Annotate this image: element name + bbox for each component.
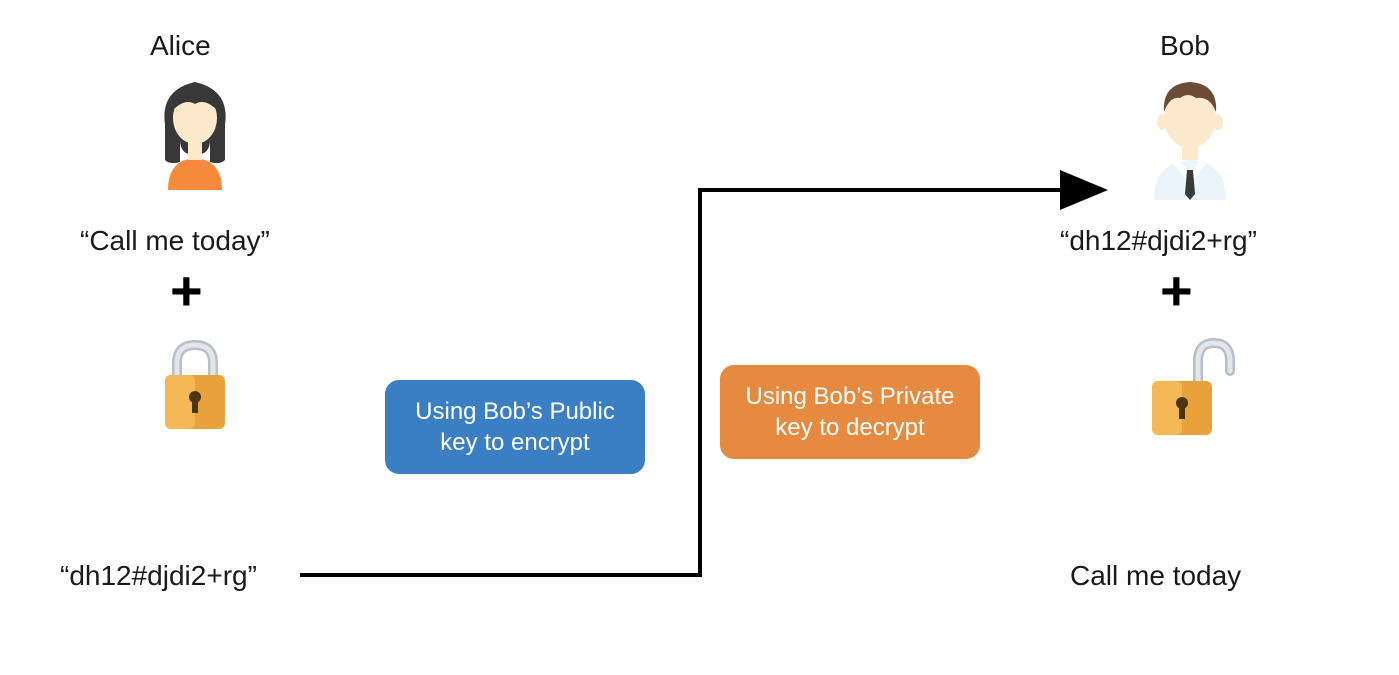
locked-padlock-icon [155,335,235,435]
bob-name-label: Bob [1160,30,1210,62]
alice-name-label: Alice [150,30,211,62]
encrypt-callout: Using Bob’s Public key to encrypt [385,380,645,474]
bob-avatar-icon [1140,70,1240,200]
bob-plaintext: Call me today [1070,560,1241,592]
alice-avatar-icon [150,70,240,190]
unlocked-padlock-icon [1140,335,1240,445]
plus-icon: + [1160,258,1193,323]
alice-plaintext: “Call me today” [80,225,270,257]
alice-ciphertext: “dh12#djdi2+rg” [60,560,257,592]
decrypt-callout: Using Bob’s Private key to decrypt [720,365,980,459]
plus-icon: + [170,258,203,323]
bob-ciphertext: “dh12#djdi2+rg” [1060,225,1257,257]
